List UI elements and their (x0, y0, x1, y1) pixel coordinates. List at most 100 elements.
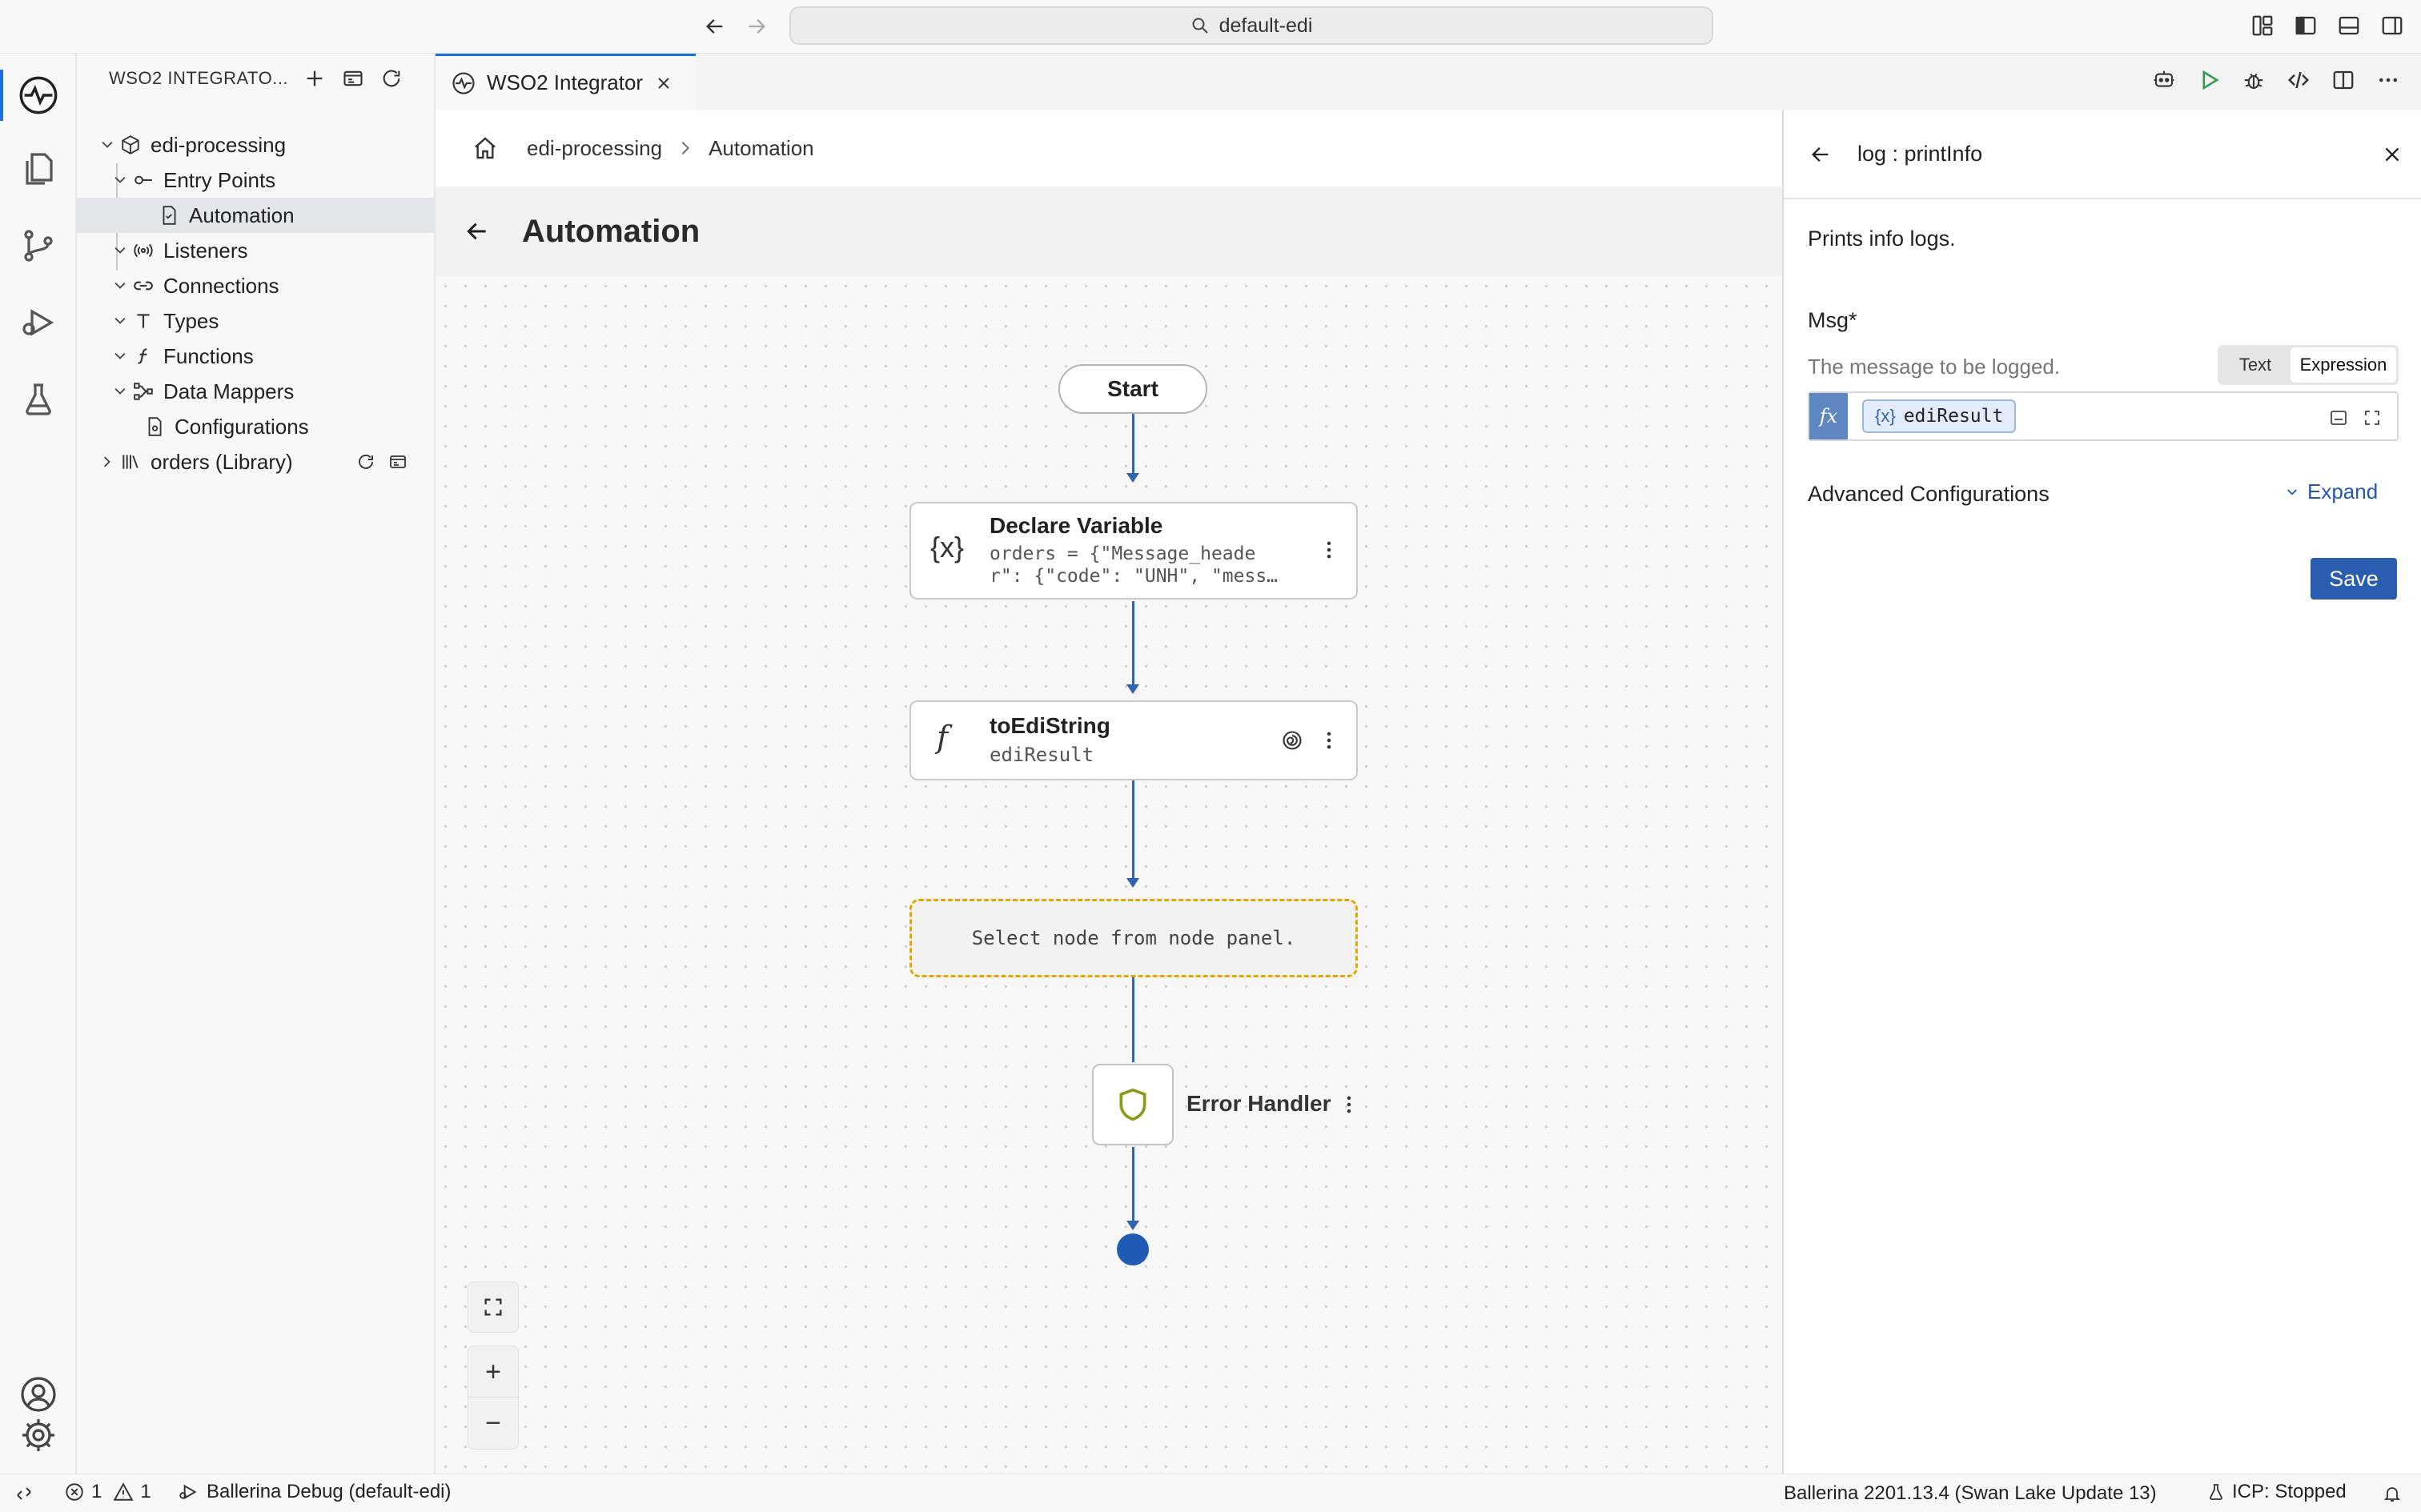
back-arrow-icon[interactable] (461, 215, 493, 247)
bell-icon[interactable] (2379, 1481, 2405, 1506)
tree-item-label: Types (163, 308, 219, 333)
function-call-node[interactable]: f toEdiString ediResult (909, 700, 1358, 780)
close-icon[interactable] (654, 74, 673, 93)
tree-item-types[interactable]: Types (77, 303, 466, 339)
add-icon[interactable] (301, 65, 328, 92)
forward-arrow-icon[interactable] (741, 10, 773, 42)
status-bar: 1 1 Ballerina Debug (default-edi) Baller… (0, 1474, 2421, 1512)
zoom-in-button[interactable]: + (468, 1346, 519, 1398)
manage-activity[interactable] (0, 1400, 77, 1470)
swirl-icon[interactable] (1278, 726, 1307, 755)
tree-item-label: Automation (189, 203, 295, 227)
problems-indicator[interactable]: 1 1 (64, 1481, 151, 1503)
home-icon[interactable] (469, 132, 501, 164)
toggle-primary-sidebar-icon[interactable] (2291, 11, 2320, 40)
debug-config-label: Ballerina Debug (default-edi) (207, 1481, 452, 1502)
more-actions-icon[interactable] (2375, 66, 2402, 94)
warning-icon (113, 1482, 134, 1502)
arrowhead (1126, 1221, 1139, 1230)
text-mode-tab[interactable]: Text (2220, 355, 2291, 375)
toggle-panel-icon[interactable] (2335, 11, 2363, 40)
beaker-icon (2206, 1482, 2226, 1502)
chevron-down-icon (109, 345, 131, 367)
tab-wso2-integrator[interactable]: WSO2 Integrator (436, 54, 696, 110)
flow-canvas[interactable]: Start {x} Declare Variable orders = {"Me… (436, 276, 1782, 1474)
chevron-down-icon (109, 239, 131, 262)
panel-header: log : printInfo (1784, 110, 2421, 199)
tree-item-entry-points[interactable]: Entry Points (77, 162, 466, 198)
open-helper-icon[interactable] (2327, 406, 2351, 430)
close-icon[interactable] (2378, 140, 2407, 169)
node-title: toEdiString (990, 713, 1110, 738)
run-debug-activity[interactable] (0, 287, 77, 358)
package-icon (118, 133, 143, 157)
gear-icon (19, 1416, 58, 1454)
chevron-right-icon (96, 451, 118, 473)
overview-icon[interactable] (339, 65, 367, 92)
link-icon (131, 274, 155, 298)
node-placeholder[interactable]: Select node from node panel. (909, 899, 1358, 977)
variable-chip[interactable]: {x} ediResult (1862, 399, 2017, 433)
run-debug-icon (178, 1482, 199, 1502)
customize-layout-icon[interactable] (2248, 11, 2277, 40)
split-editor-icon[interactable] (2330, 66, 2357, 94)
back-arrow-icon[interactable] (1806, 140, 1835, 169)
ballerina-version[interactable]: Ballerina 2201.13.4 (Swan Lake Update 13… (1784, 1482, 2157, 1505)
expand-advanced-button[interactable]: Expand (2285, 479, 2378, 504)
breadcrumb-root[interactable]: edi-processing (527, 136, 662, 161)
msg-expression-input[interactable]: fx {x} ediResult (1808, 391, 2399, 441)
more-options-icon[interactable] (1335, 1091, 1363, 1118)
run-icon[interactable] (2195, 66, 2222, 94)
overview-icon[interactable] (386, 450, 410, 474)
source-control-icon (19, 227, 58, 265)
tree-item-project[interactable]: edi-processing (77, 127, 453, 162)
declare-variable-node[interactable]: {x} Declare Variable orders = {"Message_… (909, 502, 1358, 600)
icp-status[interactable]: ICP: Stopped (2206, 1481, 2347, 1503)
tree-item-library[interactable]: orders (Library) (77, 444, 453, 479)
breadcrumb-current: Automation (709, 135, 814, 160)
mode-toggle: Text Expression (2218, 345, 2399, 385)
function-icon: f (937, 720, 949, 755)
refresh-icon[interactable] (354, 450, 378, 474)
tree-item-label: Entry Points (163, 167, 276, 192)
code-icon[interactable] (2285, 66, 2312, 94)
tree-item-connections[interactable]: Connections (77, 268, 466, 303)
copilot-icon[interactable] (2150, 66, 2178, 94)
broadcast-icon (131, 239, 155, 263)
layout-controls (2248, 11, 2407, 40)
source-control-activity[interactable] (0, 211, 77, 281)
explorer-activity[interactable] (0, 134, 77, 204)
more-options-icon[interactable] (1315, 535, 1343, 564)
command-center-search[interactable]: default-edi (789, 6, 1713, 45)
debug-icon[interactable] (2240, 66, 2267, 94)
expand-editor-icon[interactable] (2360, 406, 2384, 430)
start-node[interactable]: Start (1058, 364, 1207, 414)
back-arrow-icon[interactable] (699, 10, 731, 42)
tree-item-label: Listeners (163, 238, 248, 263)
refresh-icon[interactable] (378, 65, 405, 92)
arrowhead (1126, 684, 1139, 694)
save-button[interactable]: Save (2311, 558, 2397, 600)
sidebar-title: WSO2 INTEGRATO... (109, 68, 289, 88)
error-count: 1 (91, 1481, 102, 1502)
tree-item-label: orders (Library) (151, 449, 293, 474)
testing-activity[interactable] (0, 364, 77, 435)
tree-item-label: Connections (163, 273, 279, 298)
tree-item-functions[interactable]: Functions (77, 339, 466, 374)
run-debug-icon (19, 303, 58, 342)
tab-label: WSO2 Integrator (487, 70, 644, 94)
tree-item-listeners[interactable]: Listeners (77, 233, 466, 268)
remote-icon[interactable] (11, 1481, 37, 1506)
wso2-integrator-activity[interactable] (0, 60, 77, 130)
flow-edge (1132, 780, 1134, 886)
toggle-secondary-sidebar-icon[interactable] (2378, 11, 2407, 40)
zoom-out-button[interactable]: − (468, 1397, 519, 1450)
debug-status[interactable]: Ballerina Debug (default-edi) (178, 1481, 452, 1503)
arrowhead (1126, 473, 1139, 483)
expression-mode-tab[interactable]: Expression (2291, 347, 2396, 383)
error-handler-node[interactable] (1092, 1064, 1174, 1145)
tree-item-data-mappers[interactable]: Data Mappers (77, 374, 466, 409)
fit-to-screen-button[interactable] (468, 1281, 519, 1333)
more-options-icon[interactable] (1315, 726, 1343, 755)
files-icon (19, 150, 58, 188)
